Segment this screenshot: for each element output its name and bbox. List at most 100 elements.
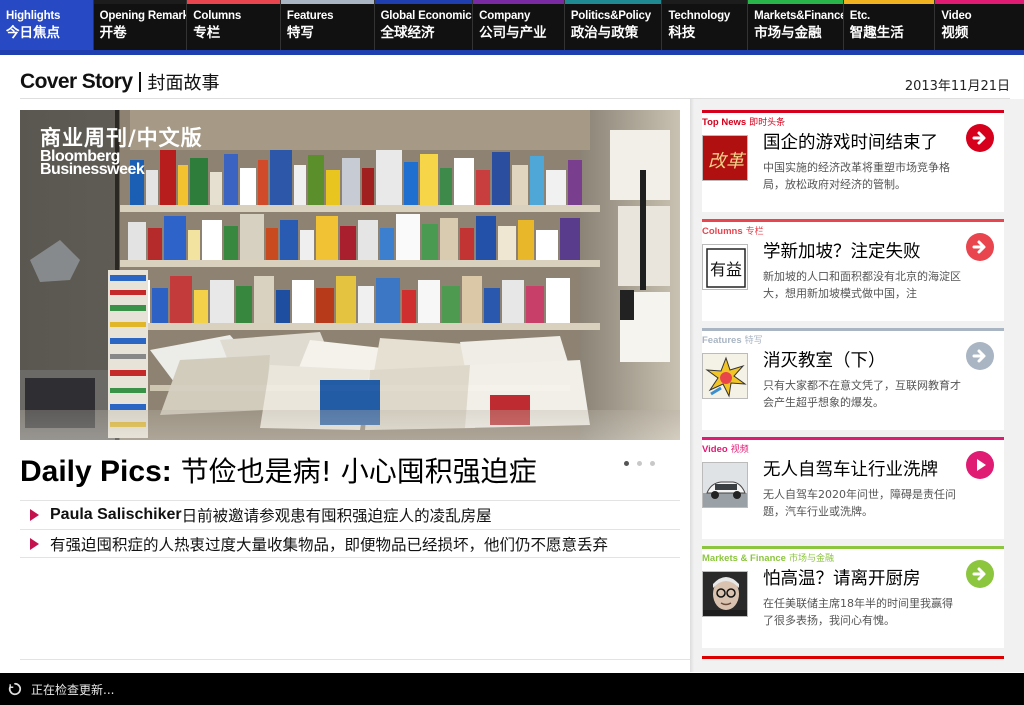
card-title: 学新加坡？注定失败 [763,242,921,262]
story-bullet-link[interactable]: 有强迫囤积症的人热衷过度大量收集物品，即便物品已经损坏，他们仍不愿意丢弃 [20,529,680,558]
card-title: 怕高温？请离开厨房 [763,569,921,589]
status-bar: 正在检查更新... [0,673,1024,705]
bullet-text: 日前被邀请参观患有囤积强迫症人的凌乱房屋 [181,507,492,525]
card-title: 国企的游戏时间结束了 [763,133,938,153]
cover-story-hero-image[interactable]: 商业周刊/中文版 Bloomberg Businessweek [20,110,680,440]
nav-tab-label-en: Company [479,10,531,22]
nav-tab-label-en: Video [941,10,972,22]
nav-color-bar [662,0,748,4]
cartoon-explosion-icon [703,354,747,398]
nav-tab-markets-finance[interactable]: Markets&Finance 市场与金融 [748,0,844,50]
pager-dot[interactable] [637,461,642,466]
story-bullet-link[interactable]: Paula Salischiker 日前被邀请参观患有囤积强迫症人的凌乱房屋 [20,500,680,529]
nav-tab-politics-policy[interactable]: Politics&Policy 政治与政策 [564,0,663,50]
card-description: 新加坡的人口和面积都没有北京的海淀区大，想用新加坡模式做中国，注 [763,270,961,300]
sidebar-bottom-rule [702,656,1004,659]
nav-tab-label-en: Columns [193,10,242,22]
card-thumbnail: 有益 [702,244,748,290]
nav-tab-label-en: Features [286,10,334,22]
headline-text: 节俭也是病! 小心囤积强迫症 [180,455,537,488]
nav-tab-label-zh: 智趣生活 [849,25,904,41]
card-label-en: Video [702,444,728,455]
nav-tab-label-zh: 全球经济 [380,25,435,41]
nav-tab-label-zh: 特写 [286,25,314,41]
nav-tab-label-zh: 市场与金融 [754,25,822,41]
pager-dot[interactable] [650,461,655,466]
card-title: 无人自驾车让行业洗牌 [763,460,938,480]
nav-color-bar [748,0,843,4]
top-nav: Highlights 今日焦点 Opening Remarks 开卷 Colum… [0,0,1024,55]
carousel-pager[interactable] [624,461,655,466]
bullet-name: Paula Salischiker [50,506,182,523]
nav-color-bar [843,0,935,4]
card-section-label: Markets & Finance 市场与金融 [702,551,834,564]
nav-tab-highlights[interactable]: Highlights 今日焦点 [0,0,94,50]
loading-spinner-icon [8,682,22,696]
nav-tab-etc[interactable]: Etc. 智趣生活 [843,0,936,50]
section-title-zh: 封面故事 [147,73,220,94]
card-video[interactable]: Video 视频 无人自驾车让行业洗牌 无人自驾车2020年问世，障碍是责任问题，… [702,437,1004,539]
businessweek-logo: 商业周刊/中文版 Bloomberg Businessweek [40,126,203,178]
section-title-en: Cover Story [20,70,133,93]
nav-tab-label-en: Highlights [6,10,61,22]
nav-tab-label-zh: 视频 [941,25,969,41]
nav-tab-label-zh: 公司与产业 [479,25,547,41]
card-label-en: Markets & Finance [702,553,786,564]
card-section-label: Video 视频 [702,442,749,455]
card-thumbnail [702,353,748,399]
nav-tab-technology[interactable]: Technology 科技 [662,0,749,50]
nav-tab-columns[interactable]: Columns 专栏 [187,0,281,50]
arrow-right-icon[interactable] [966,124,994,152]
nav-color-bar [473,0,564,4]
bullet-text: 有强迫囤积症的人热衷过度大量收集物品，即便物品已经损坏，他们仍不愿意丢弃 [50,535,609,554]
section-header: Cover Story 封面故事 2013年11月21日 [20,66,1010,99]
card-label-zh: 特写 [744,336,763,346]
card-features[interactable]: Features 特写 消灭教室（下） 只有大家都不在意文凭了，互联网教育才会产生… [702,328,1004,430]
nav-tab-features[interactable]: Features 特写 [280,0,375,50]
card-label-en: Top News [702,117,747,128]
thumb-text: 有益 [710,260,742,279]
card-markets-finance[interactable]: Markets & Finance 市场与金融 怕高温？请离开厨房 在任美联储主席… [702,546,1004,648]
card-description: 无人自驾车2020年问世，障碍是责任问题，汽车行业或洗牌。 [763,488,956,518]
nav-tab-label-zh: 科技 [668,25,696,41]
arrow-right-icon[interactable] [966,342,994,370]
card-section-label: Top News 即时头条 [702,115,785,128]
issue-date: 2013年11月21日 [904,79,1010,94]
card-columns[interactable]: Columns 专栏 有益 学新加坡？注定失败 新加坡的人口和面积都没有北京的海淀… [702,219,1004,321]
card-label-en: Columns [702,226,743,237]
nav-tab-opening-remarks[interactable]: Opening Remarks 开卷 [93,0,188,50]
card-label-zh: 专栏 [745,227,764,237]
nav-tab-label-en: Politics&Policy [570,10,651,22]
section-title: Cover Story 封面故事 [20,69,219,95]
nav-tab-company[interactable]: Company 公司与产业 [473,0,565,50]
nav-tab-label-en: Markets&Finance [754,10,844,22]
logo-text-zh: 商业周刊/中文版 [40,126,203,150]
arrow-right-icon[interactable] [966,233,994,261]
card-description: 中国实施的经济改革将重塑市场竞争格局，放松政府对经济的管制。 [763,161,950,191]
card-title: 消灭教室（下） [763,351,886,371]
bullet-triangle-icon [30,537,39,550]
nav-tab-label-en: Technology [668,10,731,22]
nav-color-bar [935,0,1024,4]
reform-calligraphy-icon: 改革 [703,136,747,180]
sidebar-shadow [690,99,694,672]
nav-tab-label-zh: 政治与政策 [570,25,639,41]
play-icon[interactable] [966,451,994,479]
nav-color-bar [374,0,473,4]
card-label-zh: 即时头条 [749,118,786,128]
arrow-right-icon[interactable] [966,560,994,588]
card-description: 只有大家都不在意文凭了，互联网教育才会产生超乎想象的爆发。 [763,379,961,409]
nav-color-bar [187,0,280,4]
nav-tab-video[interactable]: Video 视频 [935,0,1024,50]
nav-color-bar [0,0,93,4]
headline-prefix: Daily Pics: [20,455,172,488]
card-top-news[interactable]: Top News 即时头条 改革 国企的游戏时间结束了 中国实施的经济改革将重塑市… [702,110,1004,212]
bullet-triangle-icon [30,509,39,521]
youyi-stamp-icon: 有益 [703,245,747,289]
status-text: 正在检查更新... [31,682,115,697]
nav-tab-global-economics[interactable]: Global Economics 全球经济 [374,0,474,50]
story-headline[interactable]: Daily Pics: 节俭也是病! 小心囤积强迫症 [20,452,620,492]
logo-text-businessweek: Businessweek [40,161,145,178]
nav-color-bar [564,0,662,4]
pager-dot-active[interactable] [624,461,629,466]
